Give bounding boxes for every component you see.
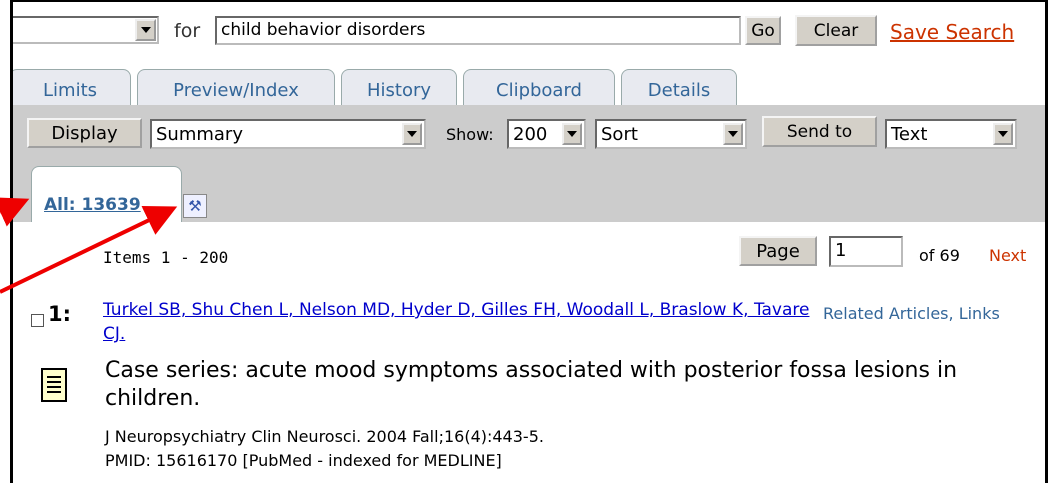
tab-preview-index[interactable]: Preview/Index [137,69,335,105]
show-select-value: 200 [513,124,548,145]
clear-button[interactable]: Clear [795,15,877,46]
result-title: Case series: acute mood symptoms associa… [105,358,958,411]
go-button[interactable]: Go [745,16,781,45]
next-page-link[interactable]: Next [989,246,1026,265]
send-to-select-value: Text [891,124,928,145]
result-pmid: PMID: 15616170 [PubMed - indexed for MED… [105,451,502,470]
tab-clipboard[interactable]: Clipboard [463,69,615,105]
chevron-down-icon[interactable] [402,123,422,145]
result-authors-link[interactable]: Turkel SB, Shu Chen L, Nelson MD, Hyder … [103,298,813,346]
page-button[interactable]: Page [739,236,817,266]
sort-select[interactable]: Sort [595,119,747,149]
result-number: 1: [48,302,72,326]
tab-details[interactable]: Details [621,69,737,105]
search-input[interactable]: child behavior disorders [215,16,741,45]
display-button[interactable]: Display [27,118,142,148]
results-area: Items 1 - 200 Page 1 of 69 Next 1: Turke… [13,222,1045,483]
page-number-input[interactable]: 1 [829,236,903,267]
chevron-down-icon[interactable] [135,19,156,41]
wrench-hammer-icon[interactable]: ⚒ [183,194,207,218]
search-row: for child behavior disorders Go Clear Sa… [13,10,1045,50]
result-journal: J Neuropsychiatry Clin Neurosci. 2004 Fa… [105,427,544,446]
tab-limits[interactable]: Limits [13,69,131,105]
sort-select-value: Sort [601,124,638,145]
chevron-down-icon[interactable] [993,123,1013,145]
related-articles-links[interactable]: Related Articles, Links [823,304,1000,323]
tab-all-results[interactable]: All: 13639 [31,166,182,223]
format-select-value: Summary [156,124,243,145]
database-select[interactable] [13,16,159,44]
tab-history[interactable]: History [341,69,457,105]
feature-tabs: Limits Preview/Index History Clipboard D… [13,69,1045,105]
for-label: for [174,20,201,42]
pubmed-frame: for child behavior disorders Go Clear Sa… [10,0,1048,483]
send-to-select[interactable]: Text [885,119,1017,149]
chevron-down-icon[interactable] [562,123,582,145]
results-tab-strip: All: 13639 ⚒ [13,160,1045,223]
save-search-link[interactable]: Save Search [890,20,1014,44]
result-checkbox[interactable] [31,314,44,327]
items-range-label: Items 1 - 200 [103,248,229,267]
show-select[interactable]: 200 [507,119,586,149]
display-bar: Display Summary Show: 200 Sort Send to T… [13,105,1045,160]
show-label: Show: [446,125,494,144]
format-select[interactable]: Summary [150,119,426,149]
all-results-count[interactable]: All: 13639 [44,195,141,215]
chevron-down-icon[interactable] [723,123,743,145]
abstract-document-icon[interactable] [41,368,67,402]
page-count-label: of 69 [919,246,960,265]
send-to-button[interactable]: Send to [762,116,877,147]
